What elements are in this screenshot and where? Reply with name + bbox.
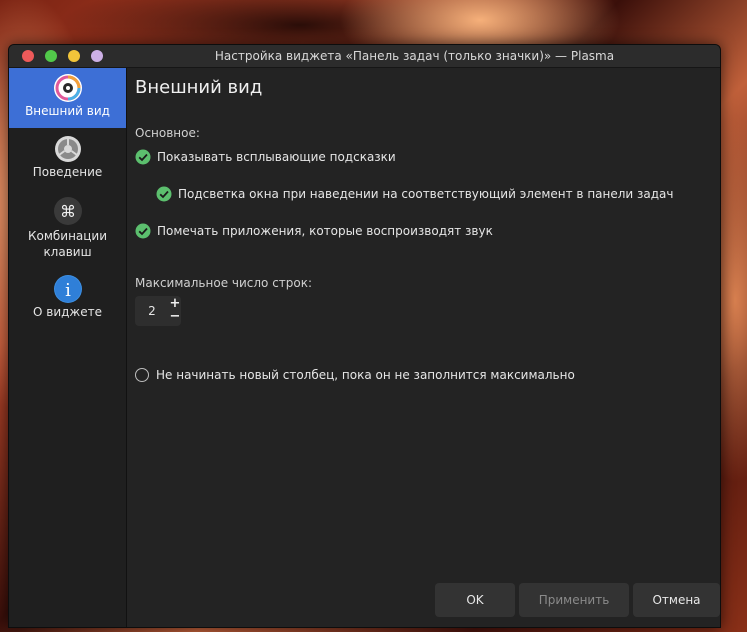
cancel-button[interactable]: Отмена	[633, 583, 720, 617]
checkbox-label: Помечать приложения, которые воспроизвод…	[157, 224, 493, 238]
title-bar[interactable]: Настройка виджета «Панель задач (только …	[9, 45, 720, 68]
behavior-gear-icon	[54, 136, 81, 162]
minimize-window-button[interactable]	[68, 50, 80, 62]
keep-above-button[interactable]	[91, 50, 103, 62]
sidebar: Внешний вид Поведение ⌘ Комбинации клави…	[9, 68, 127, 627]
checked-icon	[135, 149, 151, 165]
close-window-button[interactable]	[22, 50, 34, 62]
sidebar-item-about[interactable]: i О виджете	[9, 274, 126, 328]
sidebar-item-appearance[interactable]: Внешний вид	[9, 68, 126, 128]
settings-window: Настройка виджета «Панель задач (только …	[8, 44, 721, 628]
max-rows-value[interactable]: 2	[135, 296, 169, 326]
appearance-icon	[53, 74, 82, 102]
ok-button[interactable]: OK	[435, 583, 515, 617]
page-title: Внешний вид	[135, 77, 263, 98]
decrement-button[interactable]: −	[169, 310, 181, 324]
section-label-general: Основное:	[135, 126, 200, 140]
checkbox-label: Подсветка окна при наведении на соответс…	[178, 187, 674, 201]
sidebar-item-label: Поведение	[32, 165, 103, 179]
sidebar-item-label: Комбинации клавиш	[27, 229, 108, 259]
checkbox-fill-column[interactable]: Не начинать новый столбец, пока он не за…	[135, 368, 575, 382]
maximize-window-button[interactable]	[45, 50, 57, 62]
checkbox-mark-audio-apps[interactable]: Помечать приложения, которые воспроизвод…	[135, 222, 493, 240]
unchecked-circle-icon	[135, 368, 149, 382]
checked-icon	[156, 186, 172, 202]
checked-icon	[135, 223, 151, 239]
sidebar-item-label: О виджете	[33, 305, 102, 319]
sidebar-item-shortcuts[interactable]: ⌘ Комбинации клавиш	[9, 196, 126, 266]
window-title: Настройка виджета «Панель задач (только …	[214, 49, 615, 63]
apply-button[interactable]: Применить	[519, 583, 629, 617]
checkbox-label: Показывать всплывающие подсказки	[157, 150, 396, 164]
max-rows-spinbox[interactable]: 2 + −	[135, 296, 181, 326]
sidebar-item-behavior[interactable]: Поведение	[9, 134, 126, 188]
shortcuts-command-icon: ⌘	[53, 197, 82, 225]
checkbox-show-tooltips[interactable]: Показывать всплывающие подсказки	[135, 148, 396, 166]
checkbox-highlight-windows[interactable]: Подсветка окна при наведении на соответс…	[156, 185, 674, 203]
svg-text:⌘: ⌘	[60, 202, 76, 221]
svg-text:i: i	[65, 280, 71, 301]
content-pane: Внешний вид Основное: Показывать всплыва…	[127, 68, 720, 627]
info-icon: i	[53, 275, 82, 303]
checkbox-label: Не начинать новый столбец, пока он не за…	[156, 368, 575, 382]
sidebar-item-label: Внешний вид	[25, 104, 110, 118]
max-rows-label: Максимальное число строк:	[135, 276, 313, 290]
